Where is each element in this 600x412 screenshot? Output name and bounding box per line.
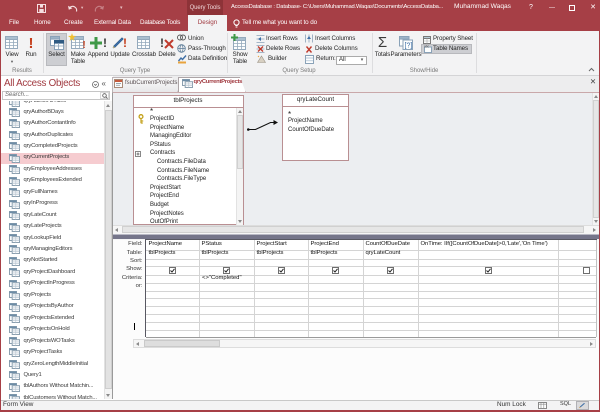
svg-text:[?]: [?]	[405, 43, 413, 50]
svg-text:abc: abc	[424, 45, 430, 49]
